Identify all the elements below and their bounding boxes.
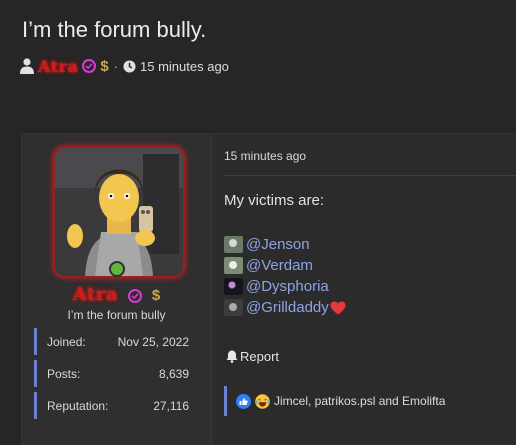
- mention-avatar: [224, 278, 243, 295]
- clock-icon: [123, 59, 136, 73]
- thread-time[interactable]: 15 minutes ago: [140, 59, 229, 74]
- reactions-bar[interactable]: Jimcel, patrikos.psl and Emolifta: [224, 386, 516, 416]
- meta-separator: ·: [113, 58, 119, 74]
- mention-item: @Grilldaddy: [224, 297, 346, 318]
- reactions-users-text[interactable]: Jimcel, patrikos.psl and Emolifta: [274, 394, 445, 408]
- stat-value: 27,116: [153, 398, 189, 413]
- mention-link-jenson[interactable]: @Jenson: [246, 236, 310, 253]
- bell-icon: [226, 350, 238, 363]
- report-button[interactable]: Report: [226, 349, 279, 364]
- verified-badge-icon: [82, 59, 97, 73]
- avatar-image: [55, 148, 183, 276]
- stat-reputation: Reputation: 27,116: [34, 392, 189, 419]
- mention-link-grilldaddy[interactable]: @Grilldaddy: [246, 299, 329, 316]
- report-label: Report: [240, 349, 280, 364]
- mention-avatar: [224, 257, 243, 274]
- post-body-text: My victims are:: [224, 192, 325, 209]
- online-status-indicator: [109, 261, 125, 277]
- username-row: Atra $: [22, 284, 211, 305]
- mention-item: @Dysphoria: [224, 276, 346, 297]
- thread-author-link[interactable]: Atra: [38, 57, 78, 76]
- thread-title: I’m the forum bully.: [22, 17, 207, 42]
- user-icon: [20, 58, 34, 74]
- user-title: I’m the forum bully: [67, 308, 166, 322]
- laugh-reaction-icon: [255, 393, 270, 409]
- user-info-panel: Atra $ I’m the forum bully Joined: Nov 2…: [22, 134, 212, 444]
- mention-link-dysphoria[interactable]: @Dysphoria: [246, 278, 329, 295]
- stat-label: Reputation:: [47, 398, 109, 413]
- avatar[interactable]: [53, 146, 185, 278]
- stat-value[interactable]: 8,639: [159, 367, 189, 381]
- stat-label: Posts:: [47, 366, 81, 381]
- stat-joined: Joined: Nov 25, 2022: [34, 328, 189, 355]
- mention-item: @Jenson: [224, 234, 346, 255]
- mention-avatar: [224, 236, 243, 253]
- mention-link-verdam[interactable]: @Verdam: [246, 257, 313, 274]
- post-time[interactable]: 15 minutes ago: [224, 149, 306, 163]
- verified-badge-icon: [128, 288, 143, 303]
- mention-avatar: [224, 299, 243, 316]
- heart-icon: [330, 301, 346, 314]
- post-container: Atra $ I’m the forum bully Joined: Nov 2…: [21, 133, 516, 445]
- dollar-badge: $: [100, 57, 109, 75]
- stat-value: Nov 25, 2022: [117, 334, 189, 349]
- like-reaction-icon: [236, 393, 251, 409]
- divider: [224, 175, 516, 176]
- thread-meta: Atra $ · 15 minutes ago: [20, 54, 229, 78]
- stat-posts: Posts: 8,639: [34, 360, 189, 387]
- stat-label: Joined:: [47, 334, 86, 349]
- post-content: 15 minutes ago My victims are: @Jenson @…: [224, 134, 516, 444]
- mention-item: @Verdam: [224, 255, 346, 276]
- dollar-badge: $: [151, 287, 161, 304]
- username-link[interactable]: Atra: [73, 284, 118, 305]
- mention-list: @Jenson @Verdam @Dysphoria @Grilldaddy: [224, 234, 346, 318]
